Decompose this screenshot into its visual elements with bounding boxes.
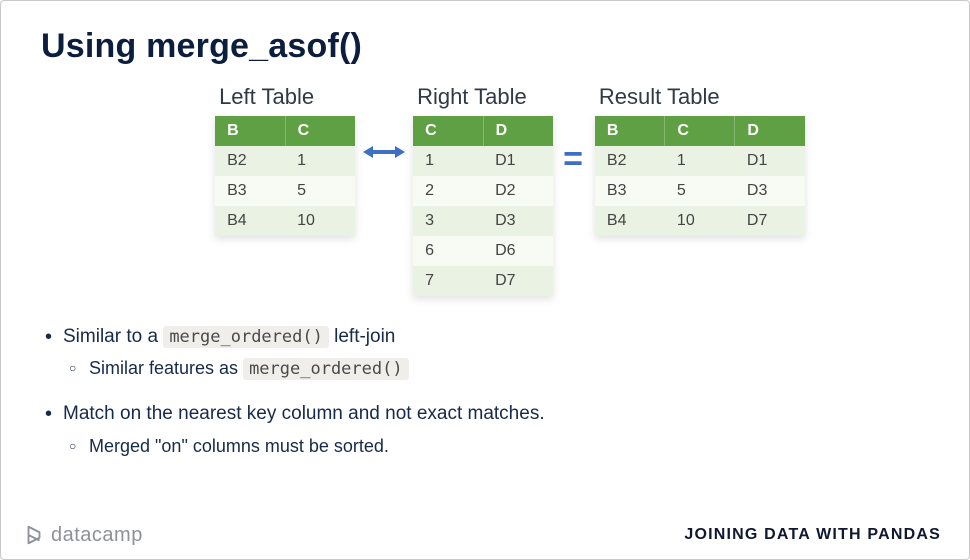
- left-table-block: Left Table B C B21 B35 B410: [215, 84, 355, 236]
- brand-text: datacamp: [51, 524, 143, 547]
- result-table-caption: Result Table: [599, 84, 805, 110]
- list-item: Similar to a merge_ordered() left-join S…: [41, 322, 929, 383]
- bullet-text: Similar features as: [89, 358, 243, 378]
- datacamp-icon: [23, 524, 45, 546]
- code-inline: merge_ordered(): [243, 358, 409, 380]
- result-table: B C D B21D1 B35D3 B410D7: [595, 116, 805, 236]
- right-table-caption: Right Table: [417, 84, 553, 110]
- bullet-list: Similar to a merge_ordered() left-join S…: [41, 322, 929, 461]
- table-row: B35D3: [595, 176, 805, 206]
- sub-list: Merged "on" columns must be sorted.: [63, 433, 929, 461]
- table-header-row: C D: [413, 116, 553, 146]
- col-header: D: [483, 116, 553, 146]
- bullet-text: left-join: [329, 326, 396, 347]
- col-header: C: [413, 116, 483, 146]
- list-item: Match on the nearest key column and not …: [41, 399, 929, 460]
- col-header: C: [665, 116, 735, 146]
- bullet-text: Match on the nearest key column and not …: [63, 403, 545, 424]
- table-row: B410: [215, 206, 355, 236]
- code-inline: merge_ordered(): [163, 326, 329, 348]
- table-row: 1D1: [413, 146, 553, 176]
- col-header: D: [735, 116, 805, 146]
- table-row: 3D3: [413, 206, 553, 236]
- list-item: Merged "on" columns must be sorted.: [63, 433, 929, 461]
- bullet-text: Similar to a: [63, 326, 163, 347]
- page-title: Using merge_asof(): [41, 27, 929, 66]
- brand-logo: datacamp: [23, 524, 143, 547]
- tables-row: Left Table B C B21 B35 B410 Right Table: [131, 84, 889, 296]
- table-row: B35: [215, 176, 355, 206]
- left-table-caption: Left Table: [219, 84, 355, 110]
- right-table: C D 1D1 2D2 3D3 6D6 7D7: [413, 116, 553, 296]
- left-table: B C B21 B35 B410: [215, 116, 355, 236]
- result-table-block: Result Table B C D B21D1 B35D3 B410D7: [595, 84, 805, 236]
- slide: Using merge_asof() Left Table B C B21 B3…: [1, 1, 969, 461]
- table-row: B21D1: [595, 146, 805, 176]
- table-row: 2D2: [413, 176, 553, 206]
- col-header: B: [595, 116, 665, 146]
- col-header: C: [285, 116, 355, 146]
- col-header: B: [215, 116, 285, 146]
- right-table-block: Right Table C D 1D1 2D2 3D3 6D6 7D7: [413, 84, 553, 296]
- course-title: JOINING DATA WITH PANDAS: [684, 526, 941, 544]
- double-arrow-icon: [355, 84, 413, 162]
- bullet-text: Merged "on" columns must be sorted.: [89, 436, 389, 456]
- sub-list: Similar features as merge_ordered(): [63, 355, 929, 383]
- equals-icon: =: [553, 84, 595, 179]
- list-item: Similar features as merge_ordered(): [63, 355, 929, 383]
- table-row: 7D7: [413, 266, 553, 296]
- table-row: B21: [215, 146, 355, 176]
- footer: datacamp JOINING DATA WITH PANDAS: [1, 511, 969, 559]
- table-header-row: B C: [215, 116, 355, 146]
- table-row: 6D6: [413, 236, 553, 266]
- table-row: B410D7: [595, 206, 805, 236]
- table-header-row: B C D: [595, 116, 805, 146]
